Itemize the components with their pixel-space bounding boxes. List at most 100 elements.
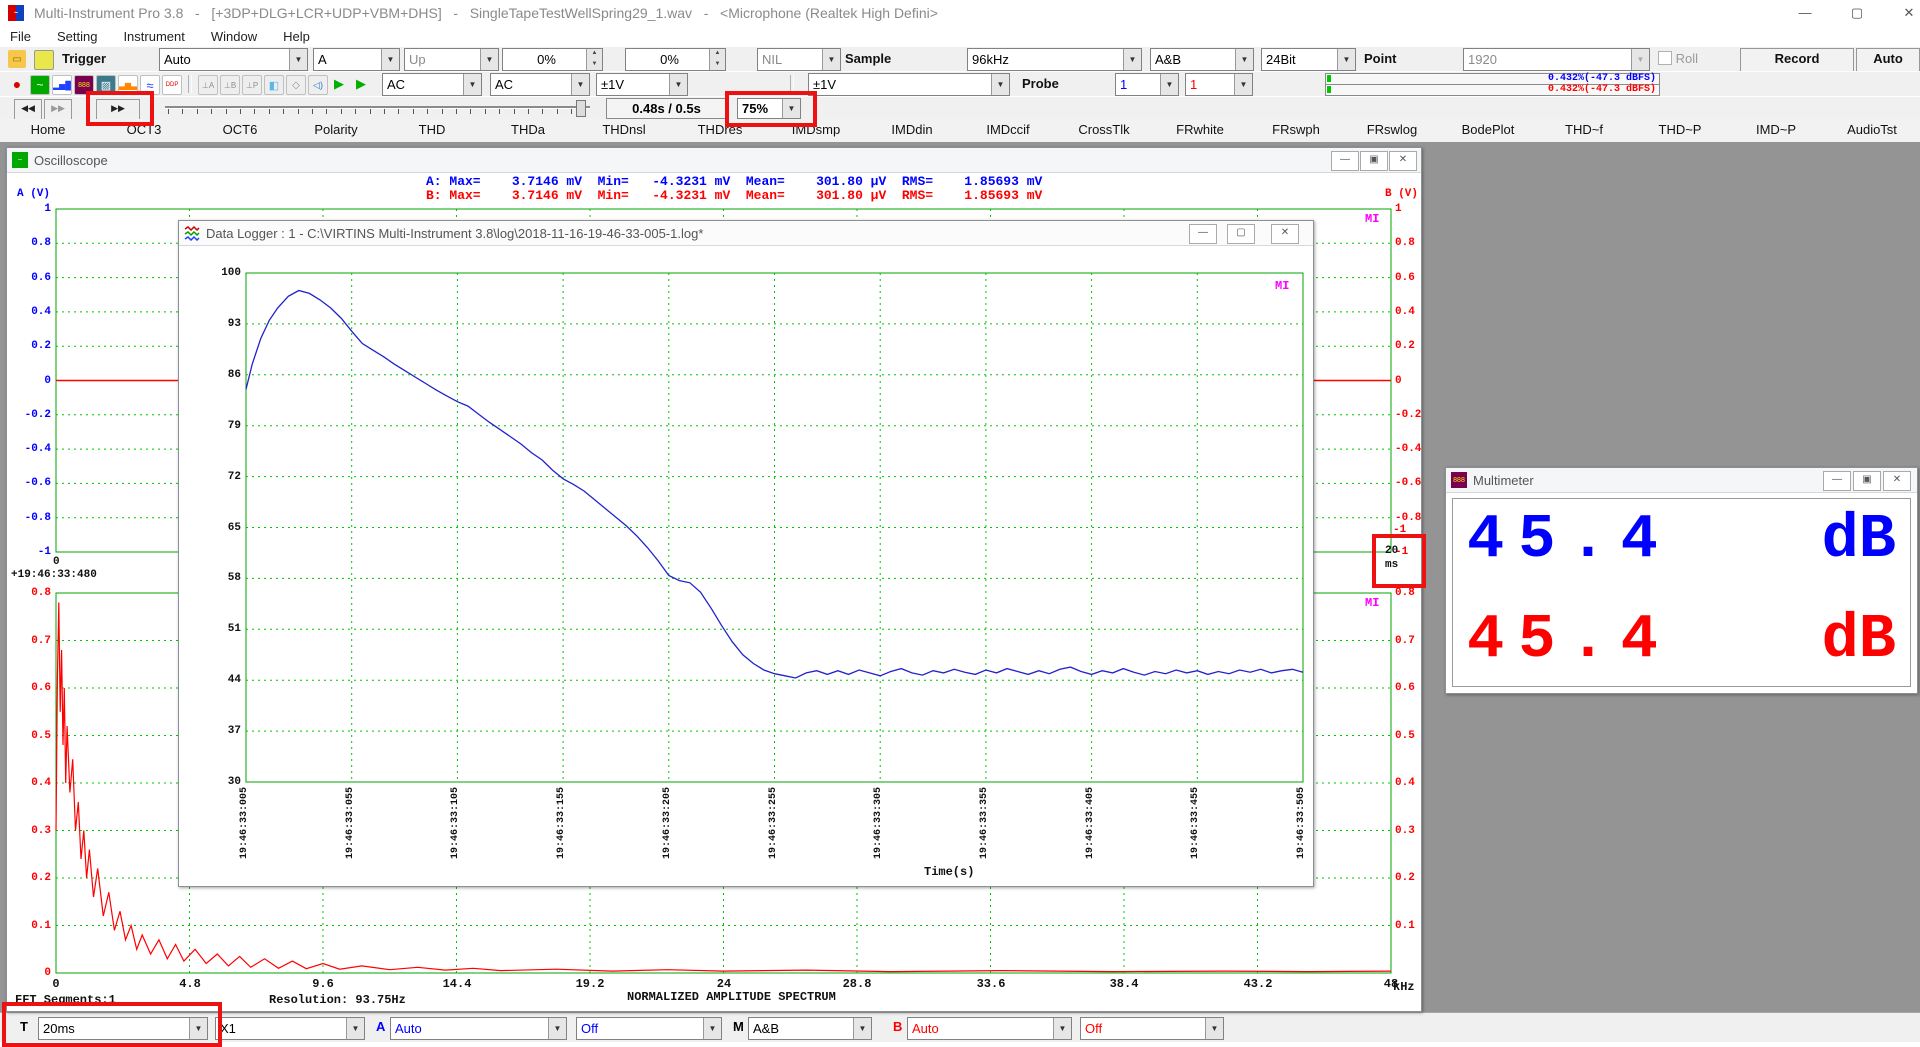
- menu-file[interactable]: File: [10, 29, 31, 44]
- multimeter-title-bar[interactable]: 888 Multimeter — ▣ ✕: [1446, 468, 1917, 493]
- tab-crosstlk[interactable]: CrossTlk: [1056, 119, 1152, 142]
- fast-forward-button[interactable]: ▶▶: [96, 99, 140, 120]
- checkbox-icon[interactable]: [1658, 51, 1672, 65]
- chevron-down-icon[interactable]: ▼: [991, 74, 1009, 95]
- chevron-down-icon[interactable]: ▼: [1337, 49, 1355, 70]
- sampling-rate-combo[interactable]: 96kHz▼: [967, 48, 1142, 71]
- tab-imdsmp[interactable]: IMDsmp: [768, 119, 864, 142]
- zoom-percent-combo[interactable]: 75%▼: [737, 98, 801, 119]
- ddp-viewer-icon[interactable]: DDP: [162, 75, 182, 95]
- oscilloscope-icon[interactable]: ~: [30, 75, 50, 95]
- menu-instrument[interactable]: Instrument: [123, 29, 184, 44]
- chevron-down-icon[interactable]: ▼: [669, 74, 687, 95]
- trigger-source-combo[interactable]: A▼: [313, 48, 400, 71]
- auto-button[interactable]: Auto: [1856, 48, 1920, 72]
- record-icon[interactable]: ●: [8, 75, 26, 93]
- minimize-icon[interactable]: —: [1189, 224, 1217, 244]
- tab-home[interactable]: Home: [0, 119, 96, 142]
- close-icon[interactable]: ✕: [1883, 471, 1911, 491]
- tab-thdres[interactable]: THDres: [672, 119, 768, 142]
- bit-depth-combo[interactable]: 24Bit▼: [1261, 48, 1356, 71]
- tab-frwhite[interactable]: FRwhite: [1152, 119, 1248, 142]
- chevron-down-icon[interactable]: ▼: [381, 49, 399, 70]
- data-logger-title-bar[interactable]: Data Logger : 1 - C:\VIRTINS Multi-Instr…: [179, 221, 1313, 246]
- minimize-button[interactable]: —: [1782, 0, 1828, 26]
- probe-b-combo[interactable]: 1▼: [1185, 73, 1253, 96]
- chevron-down-icon[interactable]: ▼: [1234, 74, 1252, 95]
- tab-audiotst[interactable]: AudioTst: [1824, 119, 1920, 142]
- chevron-down-icon[interactable]: ▼: [1160, 74, 1178, 95]
- trigger-level-spinner[interactable]: 0% ▲▼: [502, 48, 603, 71]
- chevron-down-icon[interactable]: ▼: [480, 49, 498, 70]
- chevron-down-icon[interactable]: ▼: [1205, 1018, 1223, 1039]
- probe-a-combo[interactable]: 1▼: [1115, 73, 1179, 96]
- chevron-down-icon[interactable]: ▼: [853, 1018, 871, 1039]
- open-folder-icon[interactable]: ▭: [8, 50, 26, 68]
- probe-calibration-b-icon[interactable]: ⊥B: [220, 75, 240, 95]
- slider-thumb[interactable]: [576, 100, 586, 117]
- menu-window[interactable]: Window: [211, 29, 257, 44]
- tab-thdnsl[interactable]: THDnsl: [576, 119, 672, 142]
- menu-setting[interactable]: Setting: [57, 29, 97, 44]
- chevron-down-icon[interactable]: ▼: [1235, 49, 1253, 70]
- octave-analyzer-icon[interactable]: ▃▆▃: [118, 75, 138, 95]
- tab-thda[interactable]: THDa: [480, 119, 576, 142]
- tab-oct3[interactable]: OCT3: [96, 119, 192, 142]
- record-button[interactable]: Record: [1740, 48, 1854, 72]
- tab-thdf[interactable]: THD~f: [1536, 119, 1632, 142]
- range-a-combo[interactable]: ±1V▼: [596, 73, 688, 96]
- sampling-channels-combo[interactable]: A&B▼: [1150, 48, 1254, 71]
- sound-card-icon[interactable]: ◧: [264, 75, 284, 95]
- chevron-down-icon[interactable]: ▼: [1123, 49, 1141, 70]
- restore-icon[interactable]: ▣: [1853, 471, 1881, 491]
- a-window-combo[interactable]: Off▼: [576, 1017, 722, 1040]
- probe-calibration-p-icon[interactable]: ⊥P: [242, 75, 262, 95]
- speaker-icon[interactable]: ◁): [308, 75, 328, 95]
- b-window-combo[interactable]: Off▼: [1080, 1017, 1224, 1040]
- spectrum-analyzer-icon[interactable]: ▂▅█: [52, 75, 72, 95]
- tab-bodeplot[interactable]: BodePlot: [1440, 119, 1536, 142]
- x-scale-combo[interactable]: X1▼: [215, 1017, 365, 1040]
- chevron-down-icon[interactable]: ▼: [346, 1018, 364, 1039]
- tab-oct6[interactable]: OCT6: [192, 119, 288, 142]
- chevron-down-icon[interactable]: ▼: [189, 1018, 207, 1039]
- tab-frswlog[interactable]: FRswlog: [1344, 119, 1440, 142]
- trigger-frequency-combo[interactable]: NIL▼: [757, 48, 841, 71]
- sweep-time-combo[interactable]: 20ms▼: [38, 1017, 208, 1040]
- close-button[interactable]: ✕: [1886, 0, 1920, 26]
- spinner-arrows-icon[interactable]: ▲▼: [586, 49, 602, 70]
- tab-imddin[interactable]: IMDdin: [864, 119, 960, 142]
- maximize-button[interactable]: ▢: [1834, 0, 1880, 26]
- rewind-button[interactable]: ◀◀: [14, 99, 42, 120]
- a-range-combo[interactable]: Auto▼: [390, 1017, 567, 1040]
- tab-imdp[interactable]: IMD~P: [1728, 119, 1824, 142]
- data-logger-icon[interactable]: ≈: [140, 75, 160, 95]
- play-a-icon[interactable]: ▶: [330, 75, 348, 93]
- spinner-arrows-icon[interactable]: ▲▼: [709, 49, 725, 70]
- range-b-combo[interactable]: ±1V▼: [808, 73, 1010, 96]
- b-range-combo[interactable]: Auto▼: [907, 1017, 1072, 1040]
- menu-help[interactable]: Help: [283, 29, 310, 44]
- record-length-combo[interactable]: 1920▼: [1463, 48, 1650, 71]
- minimize-icon[interactable]: —: [1823, 471, 1851, 491]
- chevron-down-icon[interactable]: ▼: [571, 74, 589, 95]
- chevron-down-icon[interactable]: ▼: [463, 74, 481, 95]
- trigger-delay-spinner[interactable]: 0% ▲▼: [625, 48, 726, 71]
- chevron-down-icon[interactable]: ▼: [1053, 1018, 1071, 1039]
- close-icon[interactable]: ✕: [1271, 224, 1299, 244]
- tab-thd[interactable]: THD: [384, 119, 480, 142]
- tab-imdccif[interactable]: IMDccif: [960, 119, 1056, 142]
- roll-checkbox[interactable]: Roll: [1658, 51, 1698, 66]
- tab-thdp[interactable]: THD~P: [1632, 119, 1728, 142]
- coupling-b-combo[interactable]: AC▼: [490, 73, 590, 96]
- calibration-wrench-icon[interactable]: ◇: [286, 75, 306, 95]
- probe-calibration-a-icon[interactable]: ⊥A: [198, 75, 218, 95]
- chevron-down-icon[interactable]: ▼: [782, 99, 800, 118]
- chevron-down-icon[interactable]: ▼: [822, 49, 840, 70]
- chevron-down-icon[interactable]: ▼: [548, 1018, 566, 1039]
- coupling-a-combo[interactable]: AC▼: [382, 73, 482, 96]
- measure-channels-combo[interactable]: A&B▼: [748, 1017, 872, 1040]
- chevron-down-icon[interactable]: ▼: [703, 1018, 721, 1039]
- tab-frswph[interactable]: FRswph: [1248, 119, 1344, 142]
- maximize-icon[interactable]: ▢: [1227, 224, 1255, 244]
